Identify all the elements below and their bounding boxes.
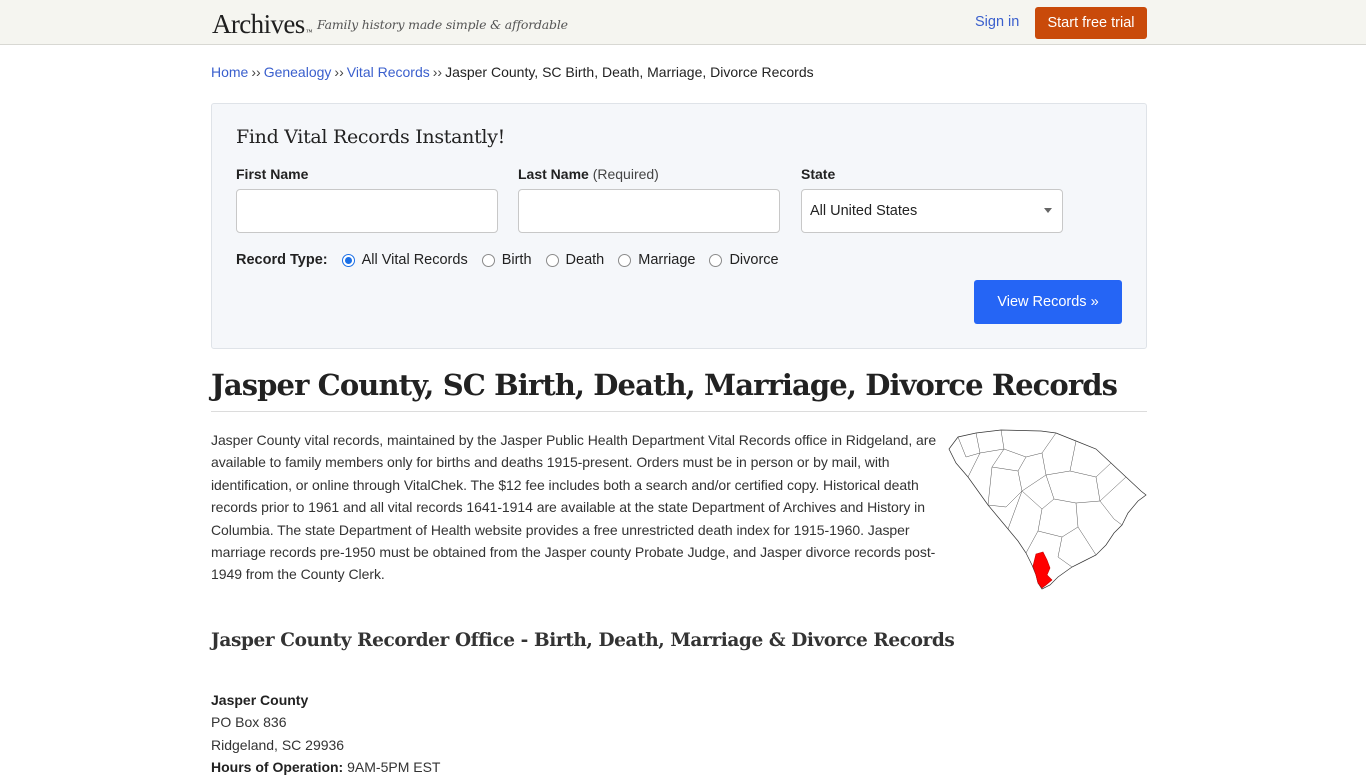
radio-button[interactable] <box>481 253 495 267</box>
logo-text: Archives <box>212 9 305 39</box>
chevron-down-icon <box>1044 208 1052 213</box>
last-name-input[interactable] <box>518 189 780 233</box>
view-records-button[interactable]: View Records » <box>974 280 1122 324</box>
radio-button[interactable] <box>709 253 723 267</box>
last-name-label: Last Name (Required) <box>518 166 659 182</box>
search-panel: Find Vital Records Instantly! First Name… <box>211 103 1147 349</box>
hours-label: Hours of Operation: <box>211 759 344 776</box>
radio-divorce[interactable]: Divorce <box>709 252 779 268</box>
radio-birth[interactable]: Birth <box>481 252 532 268</box>
breadcrumb-separator: ›› <box>432 64 443 80</box>
state-selected-value: All United States <box>810 203 918 219</box>
radio-all-vital-records[interactable]: All Vital Records <box>341 252 468 268</box>
radio-marriage[interactable]: Marriage <box>618 252 695 268</box>
sign-in-link[interactable]: Sign in <box>975 14 1019 30</box>
office-name: Jasper County <box>211 692 309 708</box>
page-title: Jasper County, SC Birth, Death, Marriage… <box>211 368 1118 402</box>
breadcrumb-current: Jasper County, SC Birth, Death, Marriage… <box>445 64 814 80</box>
hours-value: 9AM-5PM EST <box>347 759 441 776</box>
address-line-2: Ridgeland, SC 29936 <box>211 736 345 753</box>
address-line-1: PO Box 836 <box>211 714 287 731</box>
radio-button[interactable] <box>618 253 632 267</box>
recorder-office-heading: Jasper County Recorder Office - Birth, D… <box>211 630 955 651</box>
radio-label: All Vital Records <box>361 252 468 268</box>
intro-paragraph: Jasper County vital records, maintained … <box>211 432 937 583</box>
state-select[interactable]: All United States <box>801 189 1063 233</box>
top-header: Archives™ Family history made simple & a… <box>0 0 1366 45</box>
radio-button[interactable] <box>545 253 559 267</box>
radio-label: Marriage <box>638 252 696 268</box>
office-address: Jasper County PO Box 836 Ridgeland, SC 2… <box>211 689 440 779</box>
breadcrumb-vital-records[interactable]: Vital Records <box>347 64 430 80</box>
first-name-input[interactable] <box>236 189 498 233</box>
radio-label: Birth <box>501 252 532 268</box>
radio-label: Death <box>565 252 605 268</box>
title-divider <box>211 411 1147 412</box>
south-carolina-county-map <box>948 429 1147 590</box>
last-name-label-text: Last Name <box>518 166 589 182</box>
radio-label: Divorce <box>729 252 779 268</box>
radio-button-checked[interactable] <box>341 253 355 267</box>
state-label: State <box>801 166 836 182</box>
breadcrumb-genealogy[interactable]: Genealogy <box>264 64 332 80</box>
trademark: ™ <box>305 28 313 36</box>
breadcrumb: Home ›› Genealogy ›› Vital Records ›› Jasper C… <box>211 64 814 80</box>
office-hours: Hours of Operation: 9AM-5PM EST <box>211 756 440 778</box>
site-logo[interactable]: Archives™ <box>212 8 313 40</box>
required-note: (Required) <box>592 166 659 182</box>
first-name-label: First Name <box>236 166 309 182</box>
breadcrumb-separator: ›› <box>251 64 261 80</box>
tagline: Family history made simple & affordable <box>317 17 568 32</box>
start-free-trial-button[interactable]: Start free trial <box>1035 7 1147 39</box>
record-type-group: Record Type: All Vital Records Birth Dea… <box>236 250 793 270</box>
breadcrumb-home[interactable]: Home <box>211 64 248 80</box>
radio-death[interactable]: Death <box>545 252 605 268</box>
search-panel-title: Find Vital Records Instantly! <box>236 126 505 148</box>
record-type-label: Record Type: <box>236 252 328 268</box>
breadcrumb-separator: ›› <box>334 64 344 80</box>
